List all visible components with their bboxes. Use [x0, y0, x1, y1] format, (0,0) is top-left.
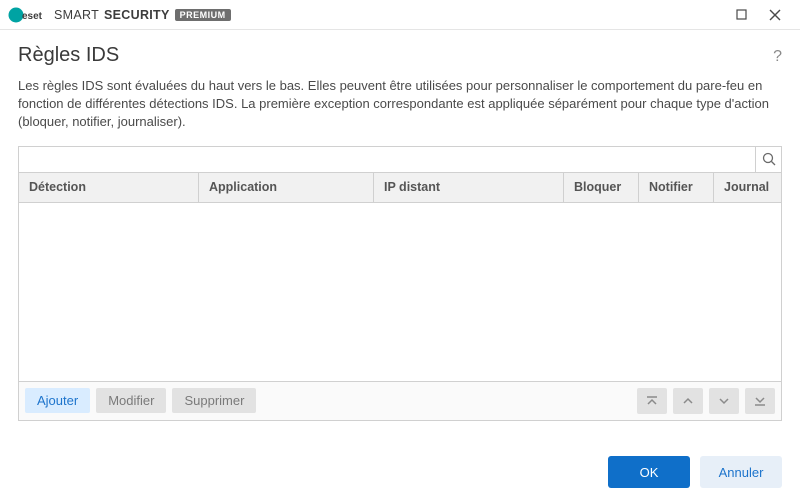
ok-button[interactable]: OK — [608, 456, 690, 488]
col-application[interactable]: Application — [199, 173, 374, 202]
table-body — [19, 203, 781, 381]
col-block[interactable]: Bloquer — [564, 173, 639, 202]
search-input[interactable] — [19, 147, 755, 172]
close-button[interactable] — [758, 0, 792, 30]
brand-light: SMART — [54, 8, 99, 22]
move-top-button — [637, 388, 667, 414]
table-header: Détection Application IP distant Bloquer… — [19, 173, 781, 203]
move-up-button — [673, 388, 703, 414]
col-detection[interactable]: Détection — [19, 173, 199, 202]
delete-button: Supprimer — [172, 388, 256, 413]
brand-premium-badge: PREMIUM — [175, 9, 231, 21]
titlebar: eset SMART SECURITY PREMIUM — [0, 0, 800, 30]
page-heading-row: Règles IDS ? — [0, 30, 800, 77]
brand-bold: SECURITY — [104, 8, 170, 22]
panel-toolbar: Ajouter Modifier Supprimer — [19, 381, 781, 420]
col-log[interactable]: Journal — [714, 173, 781, 202]
maximize-button[interactable] — [724, 0, 758, 30]
cancel-button[interactable]: Annuler — [700, 456, 782, 488]
brand-text: SMART SECURITY PREMIUM — [54, 8, 231, 22]
move-down-button — [709, 388, 739, 414]
edit-button: Modifier — [96, 388, 166, 413]
help-icon[interactable]: ? — [773, 48, 782, 66]
rules-panel: Détection Application IP distant Bloquer… — [18, 146, 782, 421]
dialog-footer: OK Annuler — [608, 456, 782, 488]
col-remote-ip[interactable]: IP distant — [374, 173, 564, 202]
page-description: Les règles IDS sont évaluées du haut ver… — [0, 77, 800, 146]
col-notify[interactable]: Notifier — [639, 173, 714, 202]
add-button[interactable]: Ajouter — [25, 388, 90, 413]
brand-logo: eset — [8, 7, 48, 23]
svg-text:eset: eset — [22, 11, 43, 22]
move-bottom-button — [745, 388, 775, 414]
search-icon[interactable] — [755, 146, 781, 172]
page-title: Règles IDS — [18, 44, 119, 67]
search-row — [19, 147, 781, 173]
